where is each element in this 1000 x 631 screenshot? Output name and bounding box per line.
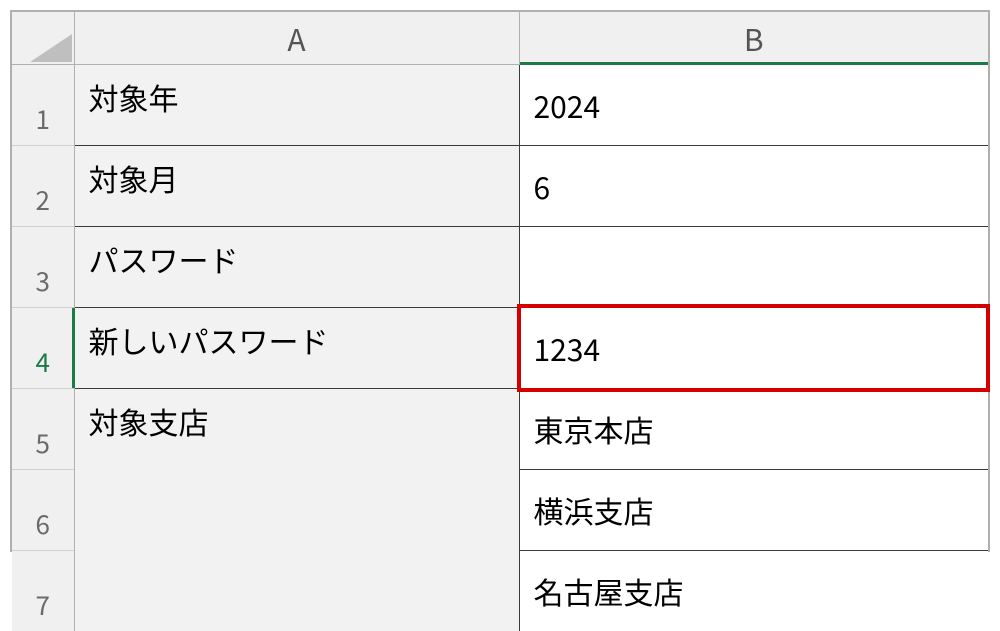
column-header-row: A B: [12, 12, 988, 65]
row-header-1[interactable]: 1: [12, 65, 74, 146]
cell-A5-merged[interactable]: 対象支店: [74, 389, 519, 631]
cell-A4[interactable]: 新しいパスワード: [74, 308, 519, 389]
row-header-4[interactable]: 4: [12, 308, 74, 389]
spreadsheet-grid: A B 1 対象年 2024 2 対象月 6 3 パスワード 4 新しいパスワー…: [10, 10, 990, 552]
row-5: 5 対象支店 東京本店: [12, 389, 988, 470]
cell-B5[interactable]: 東京本店: [519, 389, 988, 470]
row-1: 1 対象年 2024: [12, 65, 988, 146]
row-3: 3 パスワード: [12, 227, 988, 308]
cell-A1[interactable]: 対象年: [74, 65, 519, 146]
cell-B2[interactable]: 6: [519, 146, 988, 227]
cell-A3[interactable]: パスワード: [74, 227, 519, 308]
cell-B7[interactable]: 名古屋支店: [519, 551, 988, 631]
select-all-triangle-icon: [30, 34, 72, 62]
cell-B3[interactable]: [519, 227, 988, 308]
row-header-6[interactable]: 6: [12, 470, 74, 551]
row-header-3[interactable]: 3: [12, 227, 74, 308]
row-header-5[interactable]: 5: [12, 389, 74, 470]
cell-A2[interactable]: 対象月: [74, 146, 519, 227]
row-header-7[interactable]: 7: [12, 551, 74, 631]
cell-B1[interactable]: 2024: [519, 65, 988, 146]
spreadsheet-view: A B 1 対象年 2024 2 対象月 6 3 パスワード 4 新しいパスワー…: [0, 0, 1000, 562]
row-4: 4 新しいパスワード 1234: [12, 308, 988, 389]
cell-B6[interactable]: 横浜支店: [519, 470, 988, 551]
spreadsheet-table: A B 1 対象年 2024 2 対象月 6 3 パスワード 4 新しいパスワー…: [12, 12, 988, 631]
column-header-B[interactable]: B: [519, 12, 988, 65]
row-header-2[interactable]: 2: [12, 146, 74, 227]
cell-B4[interactable]: 1234: [519, 308, 988, 389]
select-all-corner[interactable]: [12, 12, 74, 65]
column-header-A[interactable]: A: [74, 12, 519, 65]
row-2: 2 対象月 6: [12, 146, 988, 227]
